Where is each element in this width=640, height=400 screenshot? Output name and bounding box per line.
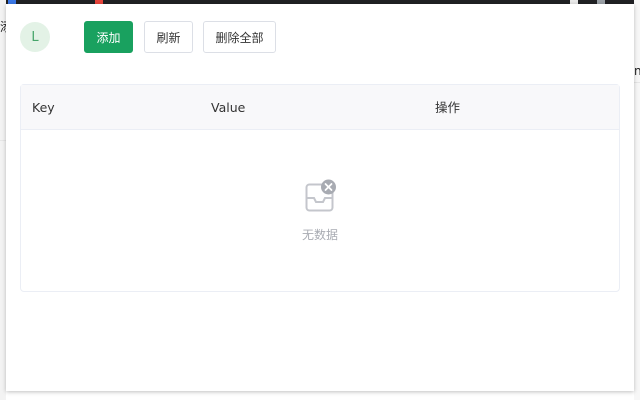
delete-all-button[interactable]: 删除全部: [203, 21, 276, 53]
avatar: L: [20, 22, 50, 52]
page-divider: [634, 82, 640, 83]
add-button[interactable]: 添加: [84, 21, 133, 53]
column-header-value: Value: [211, 100, 246, 115]
storage-table: Key Value 操作 无数据: [20, 84, 620, 292]
storage-popup: L 添加 刷新 删除全部 Key Value 操作 无数据: [6, 4, 634, 391]
empty-inbox-icon: [305, 179, 336, 212]
page-right-edge: [634, 0, 640, 400]
column-header-key: Key: [32, 100, 55, 115]
column-header-actions: 操作: [435, 100, 461, 115]
table-header: Key Value 操作: [21, 85, 619, 130]
empty-state-text: 无数据: [301, 228, 338, 242]
avatar-letter: L: [31, 29, 39, 45]
page-text-fragment: ne: [634, 64, 640, 78]
empty-state: 无数据: [21, 131, 619, 291]
refresh-button[interactable]: 刷新: [144, 21, 193, 53]
